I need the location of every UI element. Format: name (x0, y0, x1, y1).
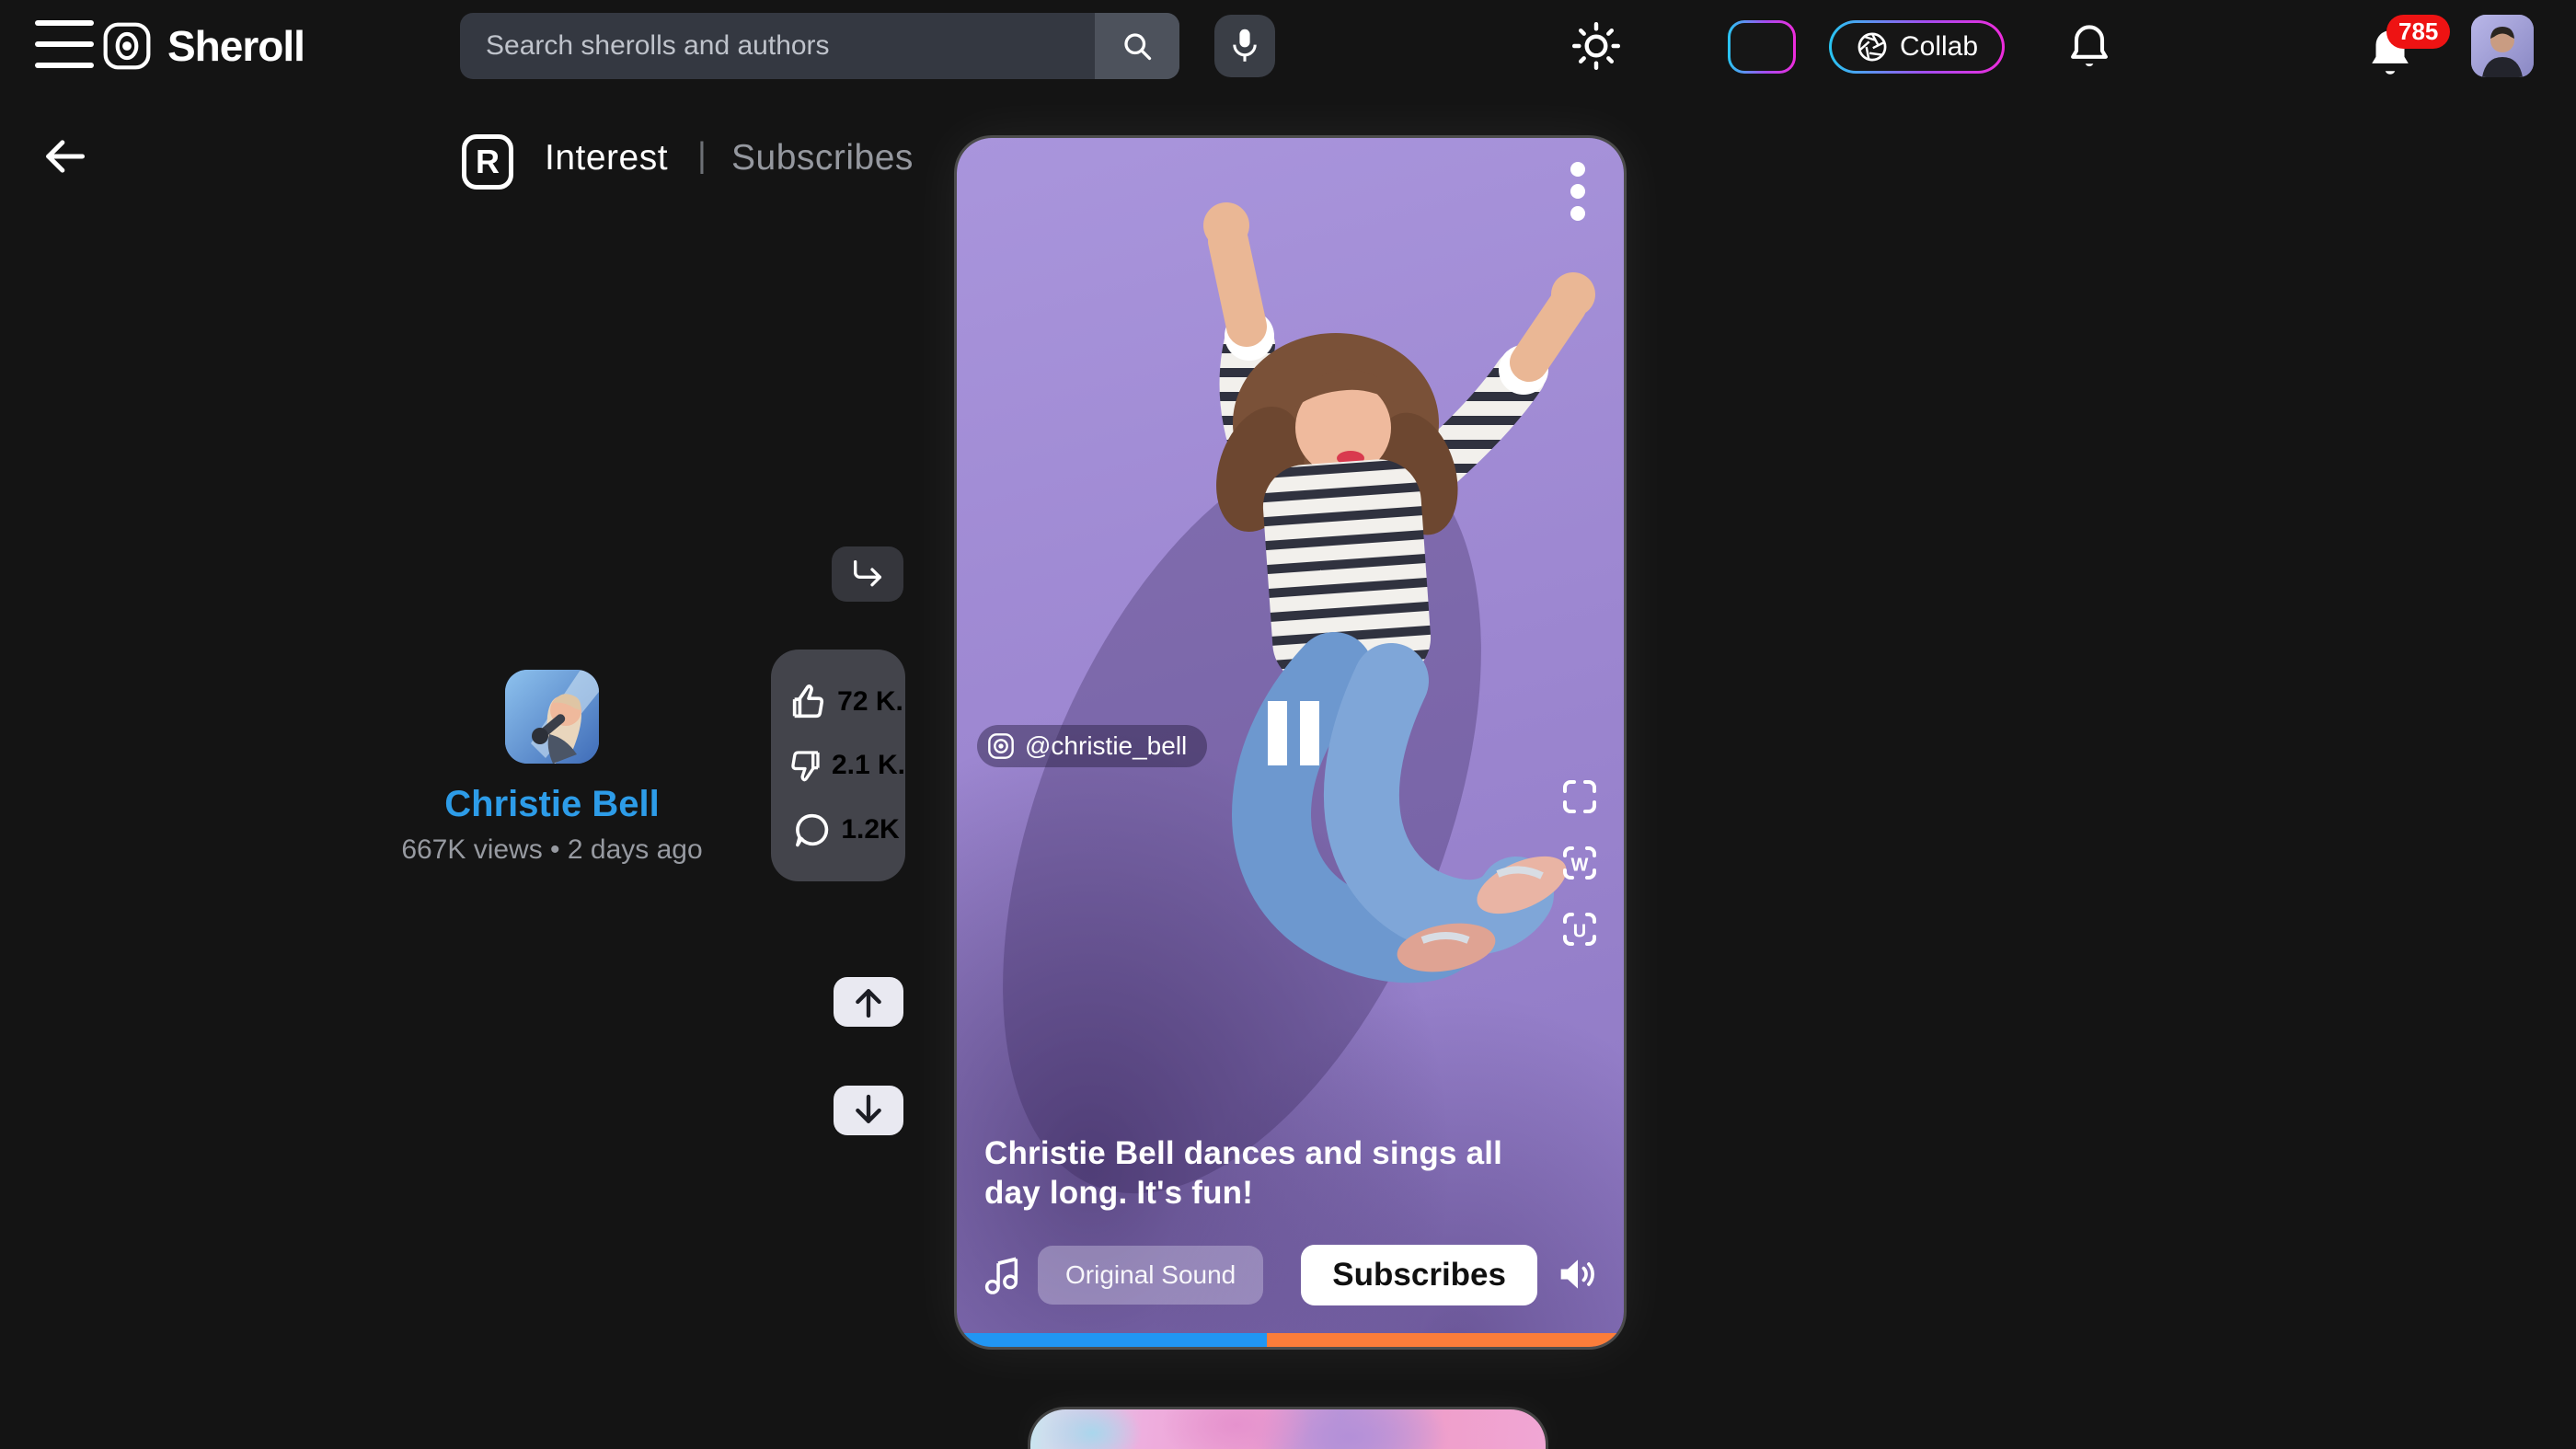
plus-icon (1743, 29, 1780, 65)
pause-icon (1268, 701, 1287, 765)
watermark-mode-button[interactable]: W (1558, 841, 1602, 885)
create-button[interactable] (1728, 20, 1796, 74)
sun-icon (1570, 20, 1622, 72)
menu-button[interactable] (35, 20, 94, 68)
search-icon (1121, 29, 1154, 63)
progress-watched (957, 1333, 1267, 1347)
progress-remaining (1267, 1333, 1624, 1347)
video-card[interactable]: W U @christie_bell Christie Bell dances … (957, 138, 1624, 1347)
author-handle: @christie_bell (1025, 731, 1187, 761)
speaker-icon (1556, 1254, 1600, 1294)
kebab-menu-icon (1552, 155, 1604, 228)
back-arrow-icon (40, 132, 88, 180)
back-button[interactable] (39, 131, 90, 182)
record-logo-icon (101, 18, 153, 74)
search-bar (460, 13, 1179, 79)
collab-button[interactable]: Collab (1829, 20, 2005, 74)
video-bottom-bar: Original Sound Subscribes (981, 1242, 1600, 1308)
arrow-down-icon (850, 1092, 887, 1129)
thumb-up-icon (788, 681, 830, 723)
thumb-down-icon (786, 744, 824, 787)
fullscreen-button[interactable] (1558, 775, 1602, 819)
tab-interest[interactable]: Interest (545, 138, 668, 178)
video-meta: 667K views • 2 days ago (401, 834, 702, 866)
author-avatar-image (505, 670, 599, 764)
bell-outline-icon (2065, 21, 2113, 73)
u-frame-icon: U (1558, 907, 1602, 951)
avatar-image (2471, 15, 2534, 77)
fullscreen-icon (1558, 775, 1602, 819)
menu-icon (35, 20, 94, 26)
music-note-icon (981, 1253, 1021, 1297)
notification-badge: 785 (2386, 15, 2450, 49)
comment-count: 1.2K (841, 814, 899, 845)
search-input[interactable] (460, 13, 1095, 79)
svg-text:U: U (1573, 921, 1586, 941)
microphone-icon (1229, 27, 1260, 65)
unique-mode-button[interactable]: U (1558, 907, 1602, 951)
search-button[interactable] (1095, 13, 1179, 79)
voice-search-button[interactable] (1214, 15, 1275, 77)
author-avatar[interactable] (505, 670, 599, 764)
video-author-tag[interactable]: @christie_bell (977, 725, 1207, 767)
next-video-preview[interactable] (1030, 1409, 1546, 1449)
tab-divider: | (697, 136, 707, 176)
video-caption: Christie Bell dances and sings all day l… (984, 1133, 1536, 1213)
dislike-button[interactable]: 2.1 K. (786, 744, 905, 787)
share-arrow-icon (847, 556, 888, 592)
aperture-icon (1856, 30, 1889, 63)
dislike-count: 2.1 K. (832, 750, 905, 781)
author-block: Christie Bell 667K views • 2 days ago (350, 670, 754, 866)
svg-text:W: W (1571, 855, 1589, 875)
pause-button[interactable] (1268, 701, 1319, 765)
notifications-button[interactable] (2064, 20, 2115, 74)
next-video-button[interactable] (834, 1086, 903, 1135)
like-count: 72 K. (837, 686, 903, 718)
app-title: Sheroll (167, 21, 305, 71)
video-progress-bar[interactable] (957, 1333, 1624, 1347)
reels-badge-icon: R (462, 134, 513, 190)
app-logo[interactable]: Sheroll (101, 18, 305, 74)
theme-toggle-button[interactable] (1569, 20, 1624, 72)
author-name-link[interactable]: Christie Bell (444, 784, 659, 825)
video-options-button[interactable] (1552, 155, 1604, 228)
w-frame-icon: W (1558, 841, 1602, 885)
profile-avatar[interactable] (2471, 15, 2534, 77)
collab-label: Collab (1900, 31, 1978, 63)
tab-subscribes[interactable]: Subscribes (731, 138, 914, 178)
subscribe-button[interactable]: Subscribes (1301, 1245, 1537, 1305)
share-button[interactable] (832, 546, 903, 602)
arrow-up-icon (850, 983, 887, 1020)
comment-icon (791, 809, 834, 851)
volume-button[interactable] (1556, 1254, 1600, 1297)
stats-panel: 72 K. 2.1 K. 1.2K (771, 650, 905, 881)
comments-button[interactable]: 1.2K (786, 809, 905, 851)
like-button[interactable]: 72 K. (786, 681, 905, 723)
record-logo-icon (986, 731, 1016, 761)
sound-pill[interactable]: Original Sound (1038, 1246, 1263, 1305)
previous-video-button[interactable] (834, 977, 903, 1027)
